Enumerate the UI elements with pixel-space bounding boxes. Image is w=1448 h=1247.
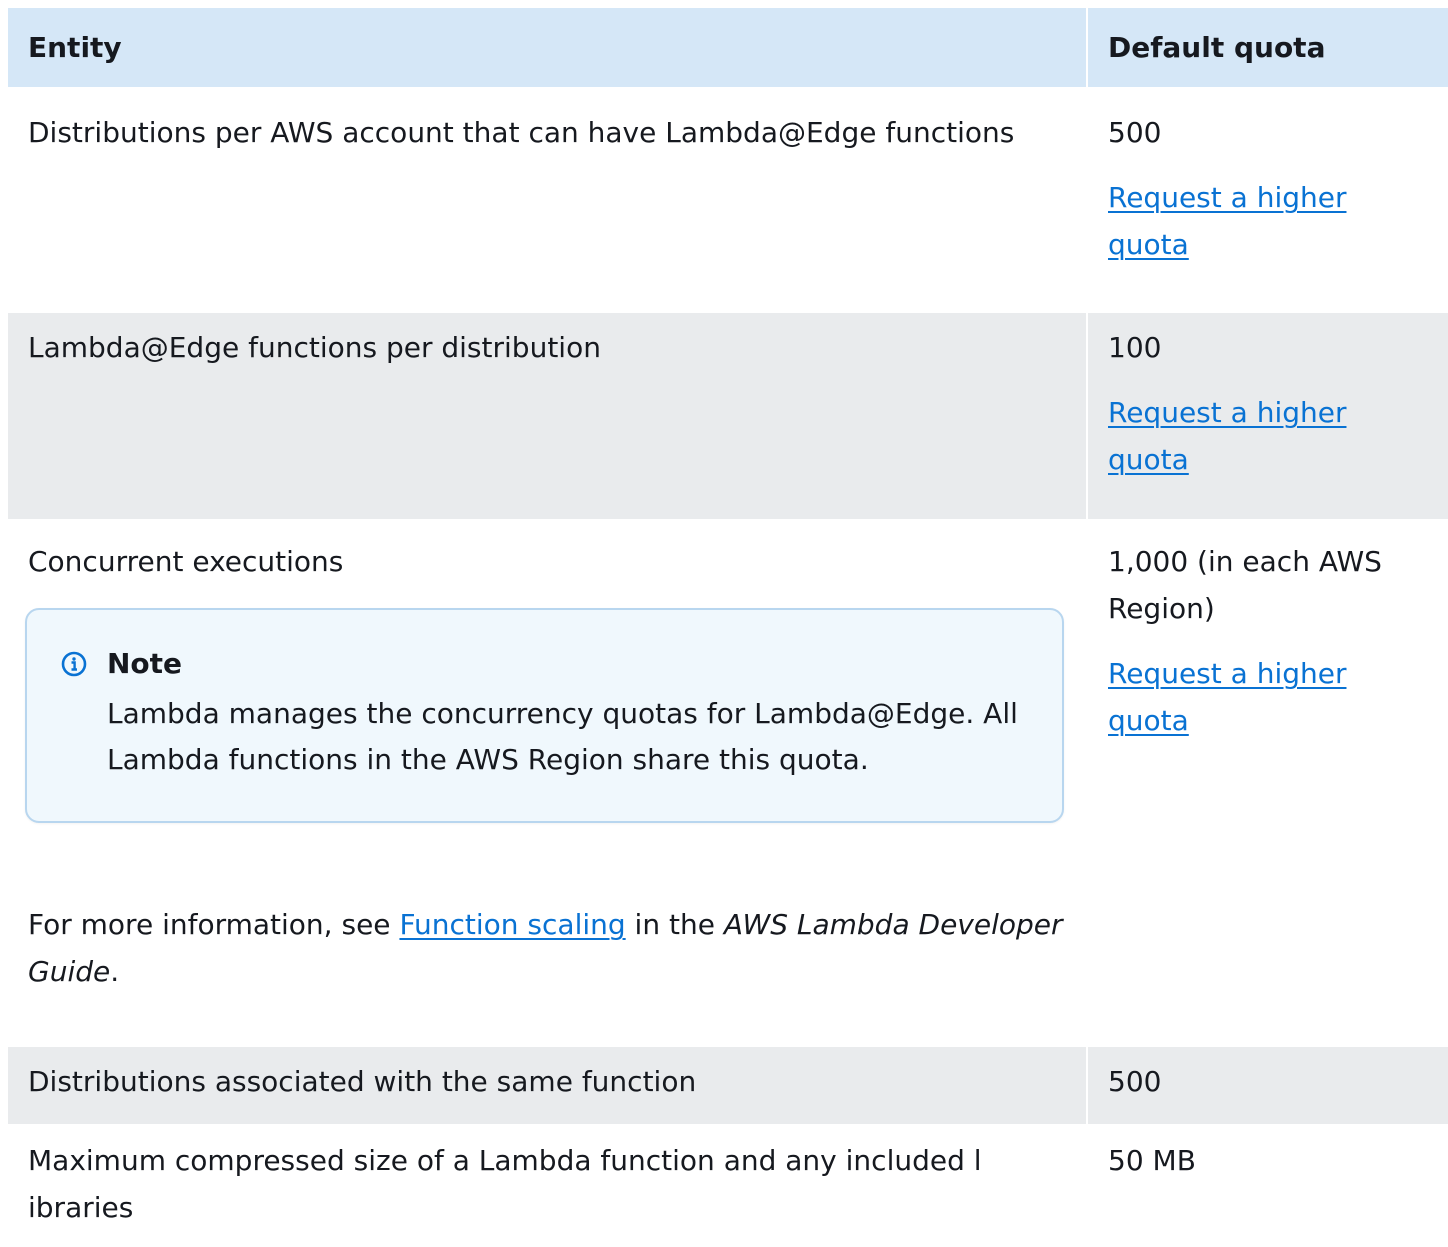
entity-cell: Concurrent executions Note Lambda manage… <box>8 520 1088 1047</box>
header-default-quota: Default quota <box>1087 8 1448 87</box>
table-row: Distributions associated with the same f… <box>8 1046 1448 1126</box>
entity-text: Lambda@Edge functions per distribution <box>28 331 601 364</box>
request-higher-quota-link[interactable]: Request a higher quota <box>1108 389 1428 483</box>
note-body: Lambda manages the concurrency quotas fo… <box>107 697 1018 776</box>
more-info-prefix: For more information, see <box>28 908 400 941</box>
entity-cell: Lambda@Edge functions per distribution <box>8 312 1088 521</box>
table-header-row: Entity Default quota <box>8 8 1448 87</box>
table-row: Lambda@Edge functions per distribution 1… <box>8 312 1448 521</box>
more-info-text: For more information, see Function scali… <box>28 901 1066 995</box>
header-entity: Entity <box>8 8 1088 87</box>
quota-cell: 500 <box>1087 1046 1448 1126</box>
entity-text: Concurrent executions <box>28 545 344 578</box>
quota-cell: 100 Request a higher quota <box>1087 312 1448 521</box>
function-scaling-link[interactable]: Function scaling <box>399 908 625 941</box>
table-row: Maximum compressed size of a Lambda func… <box>8 1125 1448 1247</box>
quota-cell: 1,000 (in each AWS Region) Request a hig… <box>1087 520 1448 1047</box>
entity-cell: Distributions per AWS account that can h… <box>8 87 1088 313</box>
page: { "table": { "headers": { "entity": "Ent… <box>0 0 1448 1247</box>
more-info-middle: in the <box>625 908 724 941</box>
entity-cell: Distributions associated with the same f… <box>8 1046 1088 1126</box>
quota-cell: 50 MB <box>1087 1125 1448 1247</box>
quota-value: 100 <box>1108 331 1162 364</box>
more-info-suffix: . <box>110 955 120 988</box>
quota-value: 500 <box>1108 116 1162 149</box>
quota-value: 500 <box>1108 1065 1162 1098</box>
quota-cell: 500 Request a higher quota <box>1087 87 1448 313</box>
request-higher-quota-link[interactable]: Request a higher quota <box>1108 650 1428 744</box>
entity-cell: Maximum compressed size of a Lambda func… <box>8 1125 1088 1247</box>
entity-text: Distributions per AWS account that can h… <box>28 116 1015 149</box>
table-row: Concurrent executions Note Lambda manage… <box>8 520 1448 1047</box>
request-higher-quota-link[interactable]: Request a higher quota <box>1108 174 1428 268</box>
quota-table: Entity Default quota Distributions per A… <box>8 8 1448 1247</box>
table-row: Distributions per AWS account that can h… <box>8 87 1448 313</box>
note-box: Note Lambda manages the concurrency quot… <box>25 608 1064 823</box>
entity-text: Distributions associated with the same f… <box>28 1065 697 1098</box>
info-icon <box>61 651 87 676</box>
note-title: Note <box>107 647 183 680</box>
entity-text: Maximum compressed size of a Lambda func… <box>28 1144 982 1224</box>
quota-value: 50 MB <box>1108 1144 1196 1177</box>
note-header: Note <box>61 640 1062 687</box>
quota-value: 1,000 (in each AWS Region) <box>1108 545 1382 625</box>
